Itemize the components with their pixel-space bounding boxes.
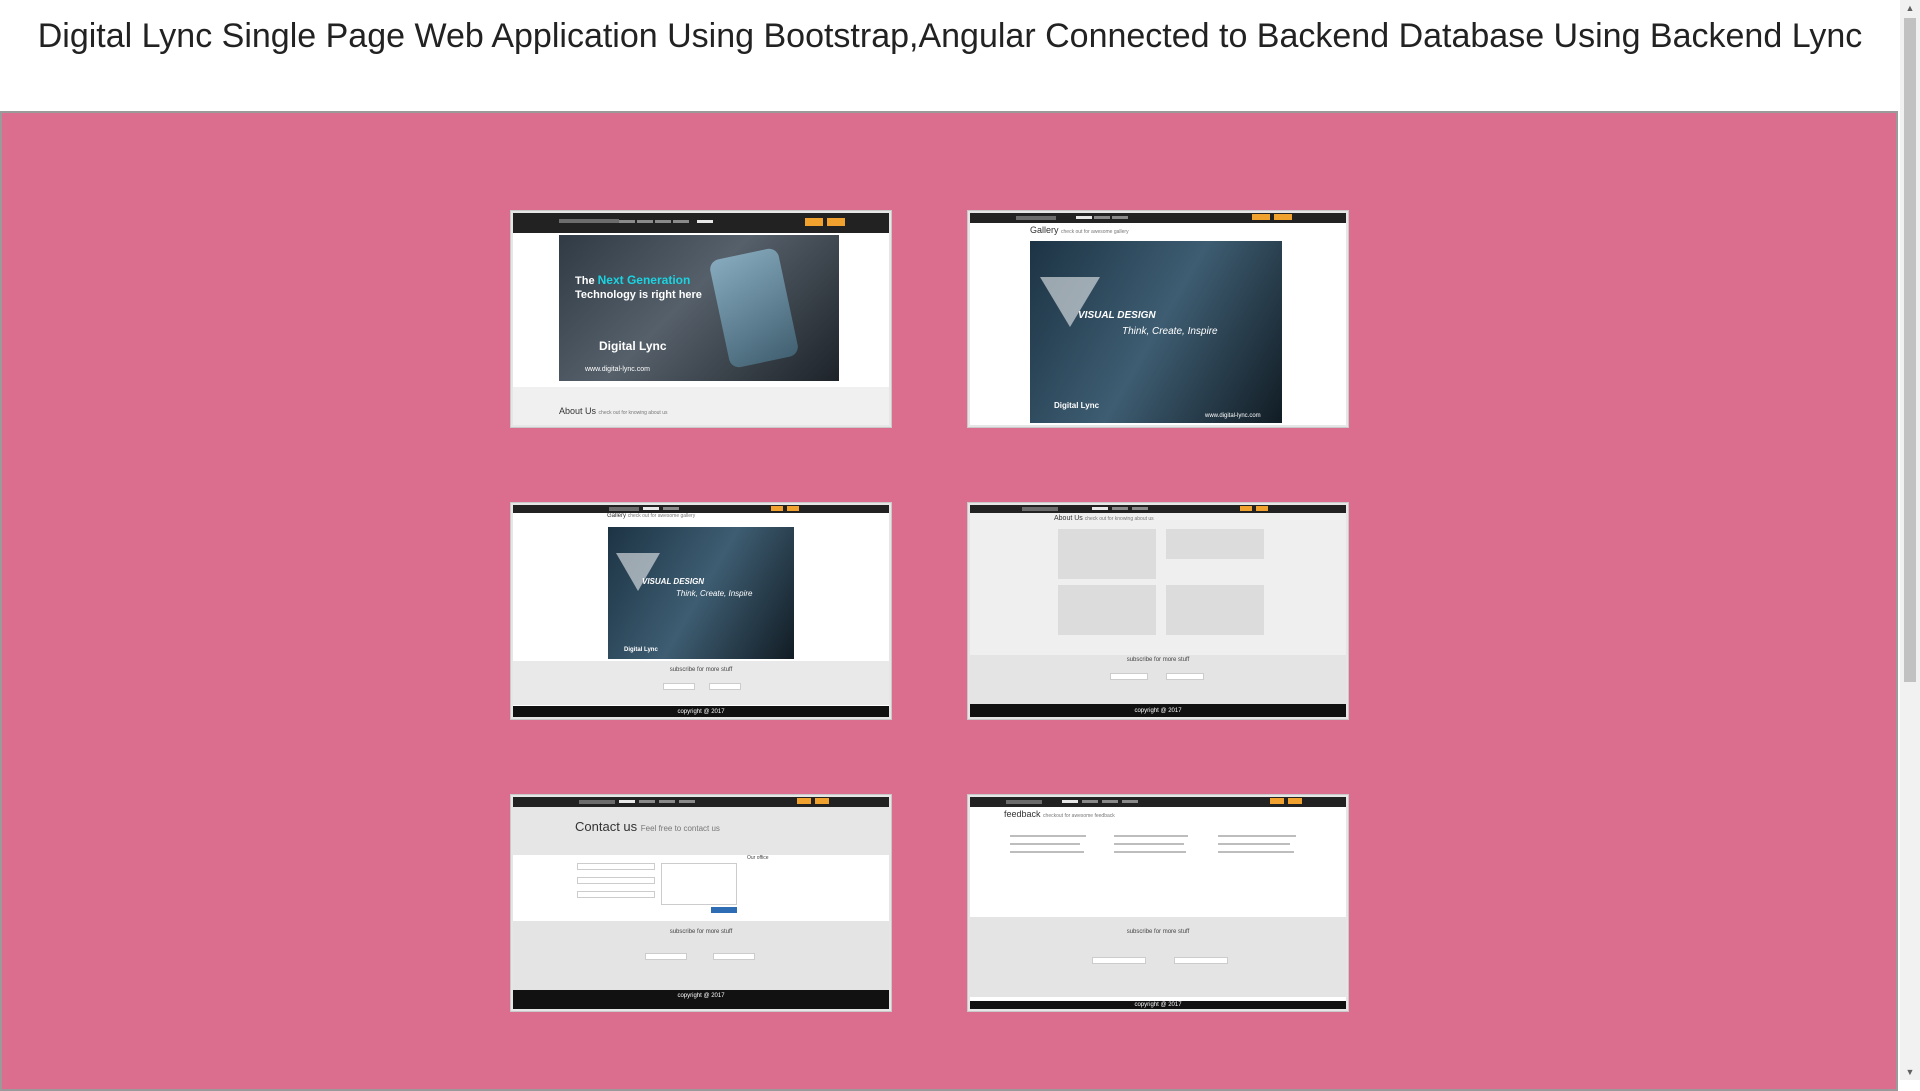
thumb-section-title: About Us check out for knowing about us [559, 406, 668, 416]
thumb-hero-image: The Next Generation Technology is right … [559, 235, 839, 381]
page-scrollbar[interactable]: ▲ ▼ [1900, 0, 1920, 1080]
thumb-navbar [970, 213, 1346, 223]
thumb-navbar [513, 797, 889, 807]
scroll-up-icon[interactable]: ▲ [1900, 0, 1920, 16]
thumb-hero-image: VISUAL DESIGN Think, Create, Inspire Dig… [608, 527, 794, 659]
thumbnail-feedback[interactable]: feedback checkout for awesome feedback s… [968, 795, 1348, 1011]
thumbnail-home[interactable]: The Next Generation Technology is right … [511, 211, 891, 427]
thumb-navbar [513, 505, 889, 513]
thumb-navbar [970, 505, 1346, 513]
scroll-down-icon[interactable]: ▼ [1900, 1064, 1920, 1080]
thumbnail-gallery[interactable]: Gallery check out for awesome gallery VI… [968, 211, 1348, 427]
thumbnail-contact[interactable]: Contact us Feel free to contact us Our o… [511, 795, 891, 1011]
thumb-navbar [513, 213, 889, 233]
thumb-hero-image: VISUAL DESIGN Think, Create, Inspire Dig… [1030, 241, 1282, 423]
thumbnail-gallery-subscribe[interactable]: Gallery check out for awesome gallery VI… [511, 503, 891, 719]
thumbnail-about[interactable]: About Us check out for knowing about us … [968, 503, 1348, 719]
page-title: Digital Lync Single Page Web Application… [37, 17, 1863, 55]
thumb-navbar [970, 797, 1346, 807]
screenshot-gallery: The Next Generation Technology is right … [0, 111, 1898, 1091]
scroll-thumb[interactable] [1904, 18, 1916, 682]
